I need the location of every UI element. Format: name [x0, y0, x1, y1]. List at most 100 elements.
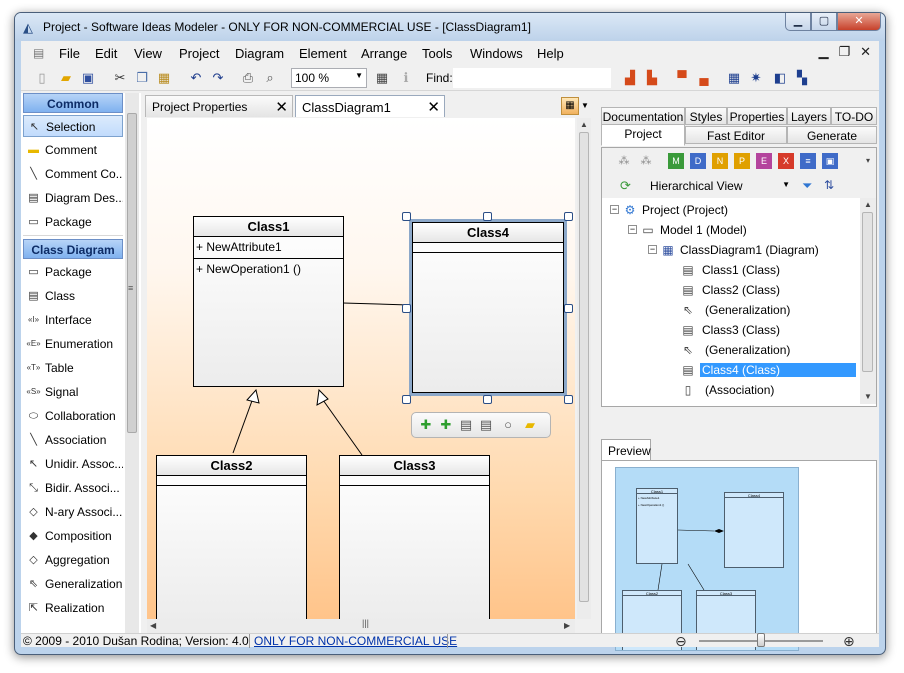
scroll-up-icon[interactable]: ▲	[864, 200, 872, 209]
tree-node-class2[interactable]: ▤ Class2 (Class)	[680, 280, 850, 300]
paste-icon[interactable]: ▦	[155, 69, 173, 87]
resize-handle-e[interactable]	[564, 304, 573, 313]
diagram-options-icon[interactable]: ▦	[561, 97, 579, 115]
class3-shape[interactable]: Class3	[339, 455, 490, 619]
menu-arrange[interactable]: Arrange	[361, 46, 407, 61]
tool-comment-connector[interactable]: ╲ Comment Co...	[23, 163, 123, 185]
sort-icon[interactable]: ⇅	[824, 178, 834, 192]
close-icon[interactable]: ✕	[427, 98, 440, 116]
generalization-line[interactable]	[232, 397, 254, 454]
tab-generate[interactable]: Generate	[787, 126, 877, 144]
tab-documentation[interactable]: Documentation	[601, 107, 685, 125]
tool-nary-association[interactable]: ◇ N-ary Associ...	[23, 501, 123, 523]
zoom-out-icon[interactable]: ⊖	[675, 633, 687, 650]
align-left-icon[interactable]: ▟	[621, 69, 639, 87]
tool-selection[interactable]: ↖ Selection	[23, 115, 123, 137]
tab-styles[interactable]: Styles	[685, 107, 727, 125]
menu-tools[interactable]: Tools	[422, 46, 452, 61]
document-icon[interactable]: ▤	[33, 46, 44, 60]
generalization-line[interactable]	[322, 399, 363, 456]
cut-icon[interactable]: ✂	[111, 69, 129, 87]
class1-shape[interactable]: Class1 + NewAttribute1 + NewOperation1 (…	[193, 216, 344, 387]
new-file-icon[interactable]: ▯	[33, 69, 51, 87]
scroll-up-icon[interactable]: ▲	[580, 120, 588, 129]
tree-node-class1[interactable]: ▤ Class1 (Class)	[680, 260, 850, 280]
tab-project-properties[interactable]: Project Properties ✕	[145, 95, 293, 117]
comment-icon[interactable]: ▰	[522, 417, 538, 433]
resize-handle-se[interactable]	[564, 395, 573, 404]
toolbox-scrollbar[interactable]: ≡	[125, 93, 139, 633]
add-note-icon[interactable]: N	[712, 153, 728, 169]
add-diagram-icon[interactable]: D	[690, 153, 706, 169]
resize-handle-sw[interactable]	[402, 395, 411, 404]
menu-project[interactable]: Project	[179, 46, 219, 61]
resize-handle-n[interactable]	[483, 212, 492, 221]
copy-icon[interactable]: ❐	[133, 69, 151, 87]
tool-collaboration[interactable]: ⬭ Collaboration	[23, 405, 123, 427]
menu-view[interactable]: View	[134, 46, 162, 61]
align-bottom-icon[interactable]: ▄	[695, 69, 713, 87]
toolbox-section-common[interactable]: Common	[23, 93, 123, 113]
tab-project[interactable]: Project	[601, 124, 685, 146]
tool-interface[interactable]: «I» Interface	[23, 309, 123, 331]
tree-scrollbar[interactable]: ▲ ▼	[860, 198, 876, 404]
tree-node-project[interactable]: − ⚙ Project (Project)	[610, 200, 850, 220]
project-tree[interactable]: − ⚙ Project (Project) − ▭ Model 1 (Model…	[602, 198, 860, 404]
add-attribute-icon[interactable]: ✚	[418, 417, 434, 433]
diagram-preview[interactable]: Class1 + NewAttribute1 + NewOperation1 (…	[615, 467, 799, 651]
tool-table[interactable]: «T» Table	[23, 357, 123, 379]
arrange-icon[interactable]: ▦	[725, 69, 743, 87]
class4-shape[interactable]: Class4	[412, 222, 564, 393]
refresh-icon[interactable]: ⟳	[620, 178, 631, 194]
close-icon[interactable]: ✕	[275, 98, 288, 116]
grid-icon[interactable]: ▦	[373, 69, 391, 87]
scroll-down-icon[interactable]: ▼	[864, 392, 872, 401]
operations-compartment-icon[interactable]: ▤	[478, 417, 494, 433]
redo-icon[interactable]: ↷	[209, 69, 227, 87]
add-operation-icon[interactable]: ✚	[438, 417, 454, 433]
collapse-all-icon[interactable]: ⁂	[616, 153, 632, 169]
mdi-restore-button[interactable]: ❐	[838, 44, 850, 60]
find-input[interactable]	[453, 68, 611, 88]
scrollbar-thumb[interactable]	[127, 113, 137, 433]
menu-edit[interactable]: Edit	[95, 46, 117, 61]
tab-todo[interactable]: TO-DO	[831, 107, 877, 125]
tool-package[interactable]: ▭ Package	[23, 261, 123, 283]
align-top-icon[interactable]: ▀	[673, 69, 691, 87]
tree-node-class3[interactable]: ▤ Class3 (Class)	[680, 320, 850, 340]
open-diagram-icon[interactable]: ▣	[822, 153, 838, 169]
tool-class[interactable]: ▤ Class	[23, 285, 123, 307]
tree-node-class4[interactable]: ▤ Class4 (Class)	[680, 360, 860, 380]
print-icon[interactable]: ⎙	[239, 69, 257, 87]
attributes-compartment-icon[interactable]: ▤	[458, 417, 474, 433]
canvas-horizontal-scrollbar[interactable]: ◀ ||| ▶	[147, 618, 575, 633]
tool-bidirectional-association[interactable]: ⤡ Bidir. Associ...	[23, 477, 123, 499]
zoom-slider-thumb[interactable]	[757, 633, 765, 647]
layers-icon[interactable]: ◧	[771, 69, 789, 87]
distribute-icon[interactable]: ▚	[793, 69, 811, 87]
tool-package[interactable]: ▭ Package	[23, 211, 123, 233]
properties-icon[interactable]: ≡	[800, 153, 816, 169]
menu-element[interactable]: Element	[299, 46, 347, 61]
diagram-canvas[interactable]: Class1 + NewAttribute1 + NewOperation1 (…	[147, 118, 575, 619]
tab-properties[interactable]: Properties	[727, 107, 787, 125]
tool-aggregation[interactable]: ◇ Aggregation	[23, 549, 123, 571]
tool-association[interactable]: ╲ Association	[23, 429, 123, 451]
tab-classdiagram1[interactable]: ClassDiagram1 ✕	[295, 95, 445, 117]
tree-node-generalization[interactable]: ⇖ (Generalization)	[680, 300, 850, 320]
tool-generalization[interactable]: ⇖ Generalization	[23, 573, 123, 595]
tree-node-model[interactable]: − ▭ Model 1 (Model)	[628, 220, 848, 240]
tree-node-diagram[interactable]: − ▦ ClassDiagram1 (Diagram)	[648, 240, 848, 260]
tab-layers[interactable]: Layers	[787, 107, 831, 125]
zoom-in-icon[interactable]: ⊕	[843, 633, 855, 650]
scroll-right-icon[interactable]: ▶	[564, 621, 570, 630]
filter-icon[interactable]: ⏷	[802, 178, 812, 194]
scrollbar-thumb[interactable]	[579, 132, 589, 602]
circle-shape-icon[interactable]: ○	[500, 417, 516, 433]
license-link[interactable]: ONLY FOR NON-COMMERCIAL USE	[254, 634, 457, 648]
print-preview-icon[interactable]: ⌕	[261, 69, 279, 87]
view-mode-select[interactable]: Hierarchical View ▼	[644, 176, 794, 196]
tool-enumeration[interactable]: «E» Enumeration	[23, 333, 123, 355]
undo-icon[interactable]: ↶	[187, 69, 205, 87]
tree-node-association[interactable]: ▯ (Association)	[680, 380, 850, 400]
